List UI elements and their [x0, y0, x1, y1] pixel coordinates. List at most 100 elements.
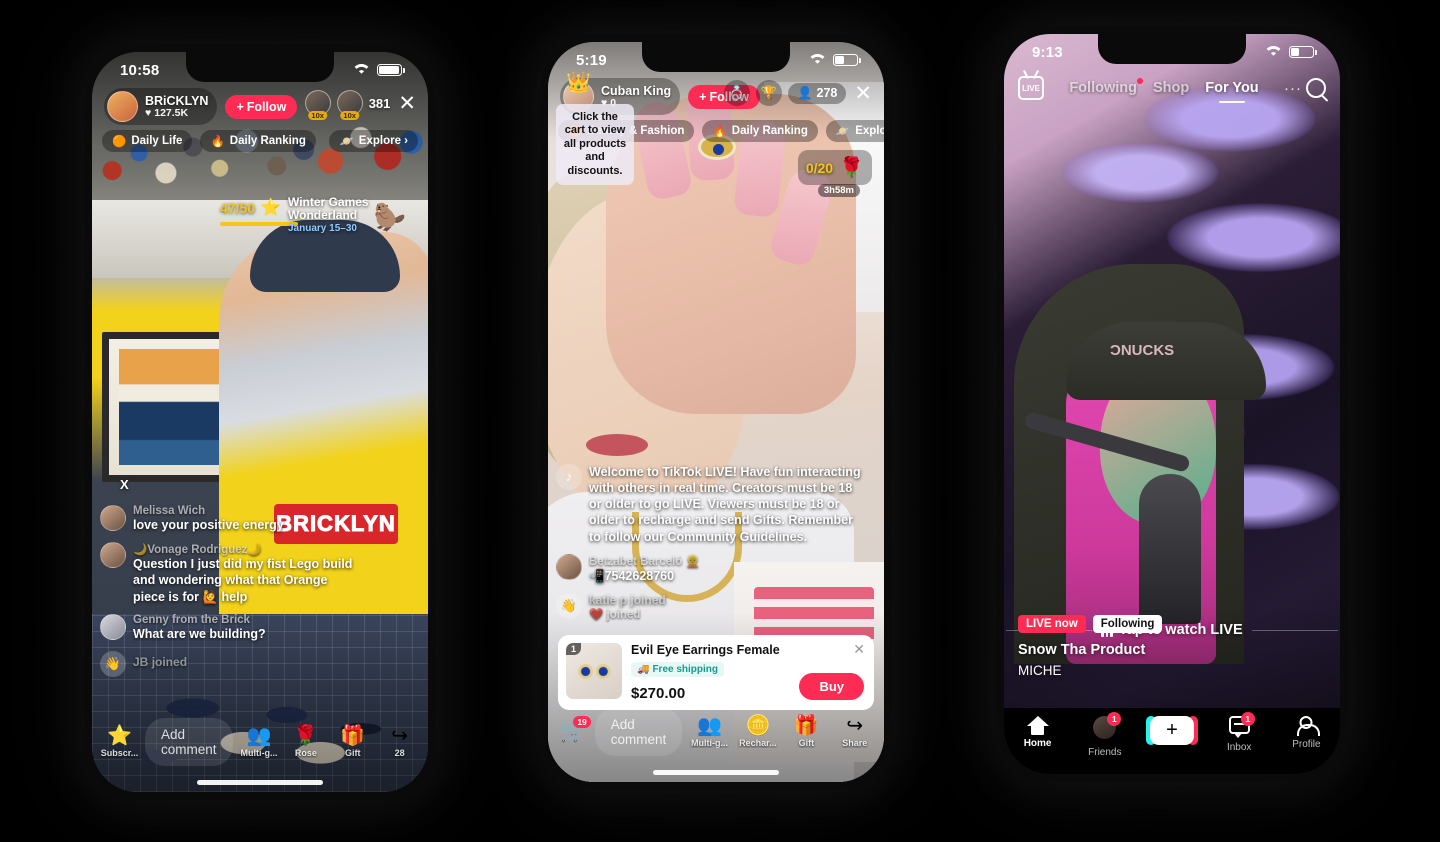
comment-text: 📲7542628760	[589, 568, 675, 583]
subscribe-button[interactable]: ⭐ Subscr...	[100, 726, 139, 758]
tiktok-icon: ♪	[556, 463, 582, 490]
home-indicator	[197, 780, 323, 785]
tag-row: 🟠 Daily Life 🔥 Daily Ranking 🪐 Explore ›	[102, 130, 418, 152]
system-message: ♪ Welcome to TikTok LIVE! Have fun inter…	[556, 463, 864, 545]
planet-icon: 🪐	[339, 136, 354, 148]
bottom-tab-bar: Home 1 Friends + 1 Inbox Profile	[1004, 708, 1340, 774]
shipping-label: Free shipping	[652, 664, 719, 675]
comment-author: Betzabet Barceló 👱	[589, 555, 700, 568]
gift-button[interactable]: 🎁 Gift	[785, 716, 827, 748]
tab-create[interactable]: +	[1138, 716, 1205, 745]
wave-icon: 👋	[556, 593, 582, 619]
host-name: Cuban King	[601, 83, 672, 98]
profile-icon	[1296, 716, 1320, 736]
tab-inbox[interactable]: 1 Inbox	[1206, 712, 1273, 753]
comment-list[interactable]: Melissa Wich love your positive energy 🌙…	[100, 504, 358, 686]
tag-explore[interactable]: 🪐 Explore ›	[329, 130, 418, 152]
tag-label: Daily Life	[131, 135, 183, 147]
join-text: JB joined	[133, 655, 187, 669]
tab-shop[interactable]: Shop	[1153, 80, 1189, 96]
multi-guest-button[interactable]: 👥 Multi-g...	[239, 726, 280, 758]
share-icon: ↪	[846, 715, 864, 737]
cart-button[interactable]: 🛒 19	[556, 716, 591, 744]
tag-explore[interactable]: 🪐 Explore ›	[825, 120, 884, 142]
person-icon: 👤	[796, 85, 813, 100]
comment-item: 🌙Vonage Rodriguez🌙 Question I just did m…	[100, 542, 358, 605]
status-time: 10:58	[120, 61, 160, 79]
search-icon[interactable]	[1306, 78, 1326, 98]
multi-guest-icon: 👥	[697, 715, 722, 737]
following-button[interactable]: Following	[1092, 615, 1163, 633]
join-item: 👋 JB joined	[100, 651, 358, 677]
comment-list[interactable]: ♪ Welcome to TikTok LIVE! Have fun inter…	[556, 463, 864, 631]
tag-daily-ranking[interactable]: 🔥 Daily Ranking	[200, 130, 316, 152]
gift-button[interactable]: 🎁 Gift	[332, 726, 373, 758]
follow-button[interactable]: + Follow	[225, 94, 298, 119]
creator-name[interactable]: Snow Tha Product	[1018, 642, 1162, 658]
close-icon[interactable]: ✕	[853, 641, 865, 658]
ranking-icon[interactable]: 🏆	[755, 80, 782, 106]
feed-top-nav: LIVE Following Shop For You ···	[1004, 68, 1340, 108]
gift-sender-avatar-2[interactable]: 10x	[336, 90, 363, 120]
battery-icon	[377, 64, 405, 76]
phone1-action-bar: ⭐ Subscr... Add comment 👥 Multi-g... 🌹 R…	[100, 718, 420, 766]
host-pill[interactable]: BRiCKLYN ♥ 127.5K	[104, 88, 218, 125]
multi-guest-button[interactable]: 👥 Multi-g...	[688, 716, 730, 748]
star-icon: ⭐	[107, 725, 132, 747]
screenshot-stage: BRICKLYN BRiCKLYN ♥ 127.5K + Follow 10x …	[0, 0, 1440, 842]
viewer-count-pill[interactable]: 👤 278	[787, 82, 847, 104]
status-time: 9:13	[1032, 43, 1063, 61]
multi-guest-label: Multi-g...	[691, 738, 728, 748]
more-options-icon[interactable]: ···	[1284, 80, 1302, 97]
event-progress[interactable]: 47/50 ⭐	[220, 198, 298, 226]
tab-following[interactable]: Following	[1069, 78, 1143, 96]
share-icon: ↪	[391, 725, 408, 747]
join-label: joined	[630, 593, 666, 607]
comment-text: Question I just did my fist Lego build a…	[133, 557, 353, 604]
join-sub: ❤️ joined	[589, 609, 641, 621]
tag-daily-ranking[interactable]: 🔥 Daily Ranking	[702, 120, 818, 142]
share-button[interactable]: ↪ 28	[379, 726, 420, 758]
live-icon[interactable]: LIVE	[1018, 76, 1044, 100]
tab-label: Friends	[1088, 747, 1122, 758]
gift-sender-avatar-1[interactable]: 10x	[304, 90, 331, 120]
comment-input[interactable]: Add comment	[594, 708, 683, 756]
flame-icon: 🔥	[210, 136, 225, 148]
gift-goal-value: 0/20	[805, 159, 834, 176]
comment-item: Betzabet Barceló 👱 📲7542628760	[556, 553, 864, 584]
ring-icon[interactable]: 💍	[723, 80, 750, 106]
buy-button[interactable]: Buy	[799, 673, 864, 700]
wifi-icon	[353, 62, 370, 79]
product-index: 1	[566, 643, 582, 655]
viewer-count[interactable]: 381	[369, 96, 391, 111]
tag-label: Daily Ranking	[229, 135, 306, 147]
avatar	[556, 553, 582, 580]
share-button[interactable]: ↪ Share	[834, 716, 876, 748]
phone2-live-overlay: Cuban King ♥ 0 + Follow 👑 💍 🏆 👤 278 ✕ Be…	[548, 42, 884, 782]
viewer-count: 278	[816, 86, 838, 100]
tab-profile[interactable]: Profile	[1273, 716, 1340, 750]
tab-friends[interactable]: 1 Friends	[1071, 712, 1138, 758]
event-progress-value: 47/50	[220, 200, 256, 216]
join-label: joined	[151, 655, 188, 669]
product-card[interactable]: 1 Evil Eye Earrings Female 🚚 Free shippi…	[558, 635, 874, 710]
close-icon[interactable]: ✕	[852, 83, 874, 104]
join-text: katie p joined	[589, 593, 666, 607]
battery-icon	[1289, 46, 1317, 58]
close-icon[interactable]: ✕	[396, 93, 418, 114]
recharge-button[interactable]: 🪙 Rechar...	[737, 716, 779, 748]
tab-for-you[interactable]: For You	[1205, 80, 1258, 96]
comment-input[interactable]: Add comment	[145, 718, 233, 766]
gift-goal-widget[interactable]: 0/20 🌹	[797, 150, 872, 185]
plus-icon: +	[699, 89, 707, 104]
share-count: 28	[394, 748, 405, 758]
host-row: BRiCKLYN ♥ 127.5K + Follow	[104, 88, 298, 125]
wifi-icon	[809, 52, 826, 69]
rose-button[interactable]: 🌹 Rose	[285, 726, 326, 758]
join-name: JB	[133, 655, 149, 669]
phone2-action-bar: 🛒 19 Add comment 👥 Multi-g... 🪙 Rechar..…	[556, 708, 876, 756]
inbox-badge: 1	[1240, 712, 1255, 726]
tag-daily-life[interactable]: 🟠 Daily Life	[102, 130, 193, 152]
tab-home[interactable]: Home	[1004, 716, 1071, 749]
product-title: Evil Eye Earrings Female	[631, 643, 780, 657]
